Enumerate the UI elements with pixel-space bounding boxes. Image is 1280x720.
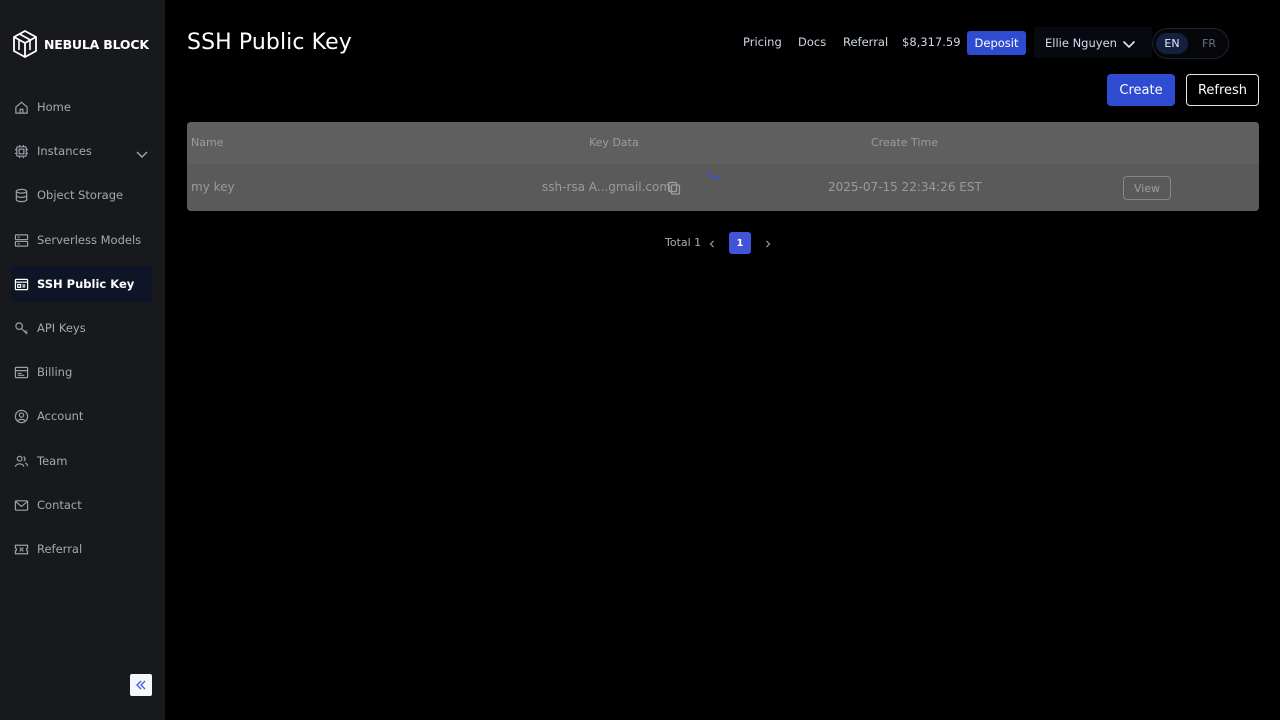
sidebar-item-label: Object Storage [37,188,124,202]
ssh-keys-table: Name Key Data Create Time my key ssh-rsa… [187,122,1259,211]
double-chevron-left-icon [136,680,146,690]
key-data-cell: ssh-rsa A...gmail.com [542,180,672,194]
sidebar-item-ssh-public-key[interactable]: SSH Public Key [11,266,152,302]
mail-icon [13,497,29,513]
docs-link[interactable]: Docs [798,35,826,49]
ssh-key-icon [13,276,29,292]
previous-page-icon[interactable] [706,236,718,250]
chip-icon [13,143,29,159]
create-button[interactable]: Create [1107,74,1175,106]
database-icon [13,187,29,203]
refresh-button[interactable]: Refresh [1186,74,1259,106]
sidebar-item-label: Serverless Models [37,233,142,247]
sidebar-item-contact[interactable]: Contact [11,487,152,523]
sidebar-item-label: SSH Public Key [37,277,135,291]
language-switch: EN FR [1152,28,1229,59]
team-icon [13,453,29,469]
collapse-sidebar-button[interactable] [130,674,152,696]
sidebar-item-label: Billing [37,365,73,379]
sidebar-item-label: Team [37,454,68,468]
user-menu[interactable]: Ellie Nguyen [1034,27,1152,58]
pricing-link[interactable]: Pricing [743,35,782,49]
chevron-down-icon[interactable] [136,145,148,158]
sidebar-item-api-keys[interactable]: API Keys [11,310,152,346]
create-time-cell: 2025-07-15 22:34:26 EST [828,180,982,194]
sidebar-item-home[interactable]: Home [11,89,152,125]
next-page-icon[interactable] [762,236,774,250]
language-en-option[interactable]: EN [1156,33,1188,54]
account-balance: $8,317.59 [902,35,961,49]
brand-logo[interactable]: NEBULA BLOCK [13,30,149,58]
sidebar-item-label: Instances [37,144,92,158]
view-button[interactable]: View [1123,176,1171,200]
server-icon [13,232,29,248]
home-icon [13,99,29,115]
sidebar-item-referral[interactable]: Referral [11,531,152,567]
sidebar: NEBULA BLOCK Home Instances Object Stora… [0,0,165,720]
sidebar-item-serverless-models[interactable]: Serverless Models [11,222,152,258]
chevron-down-icon [1122,36,1136,50]
column-header-name: Name [191,136,224,149]
sidebar-item-account[interactable]: Account [11,398,152,434]
user-name: Ellie Nguyen [1045,35,1117,50]
total-count: Total 1 [665,236,702,249]
sidebar-item-billing[interactable]: Billing [11,354,152,390]
deposit-button[interactable]: Deposit [967,31,1026,55]
nebula-block-logo-icon [13,30,37,58]
column-header-key-data: Key Data [589,136,639,149]
sidebar-item-object-storage[interactable]: Object Storage [11,177,152,213]
sidebar-item-instances[interactable]: Instances [11,133,152,169]
sidebar-item-label: Referral [37,542,83,556]
copy-icon[interactable] [667,180,681,195]
ticket-icon [13,541,29,557]
sidebar-item-label: Account [37,409,84,423]
loading-spinner-icon [705,162,727,184]
referral-link[interactable]: Referral [843,35,888,49]
key-name-cell: my key [191,180,235,194]
sidebar-item-label: Contact [37,498,82,512]
column-header-create-time: Create Time [871,136,938,149]
sidebar-item-team[interactable]: Team [11,443,152,479]
sidebar-item-label: API Keys [37,321,86,335]
sidebar-item-label: Home [37,100,71,114]
brand-name: NEBULA BLOCK [44,36,149,52]
key-icon [13,320,29,336]
billing-icon [13,364,29,380]
language-fr-option[interactable]: FR [1193,33,1225,54]
page-number-button[interactable]: 1 [729,232,751,254]
account-icon [13,408,29,424]
page-title: SSH Public Key [187,30,352,55]
table-header: Name Key Data Create Time [187,122,1259,164]
